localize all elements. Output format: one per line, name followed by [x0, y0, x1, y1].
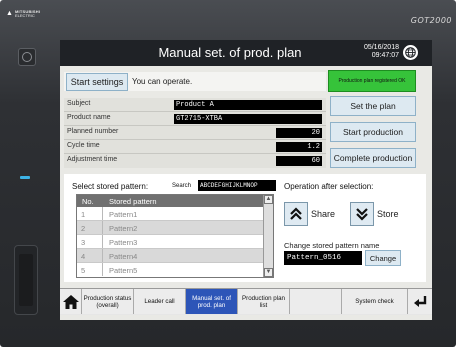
- row-no: 4: [81, 252, 86, 261]
- status-message: You can operate.: [132, 77, 193, 86]
- chevron-up-icon: [290, 207, 302, 220]
- nav-system-check[interactable]: System check: [342, 289, 408, 314]
- table-scrollbar[interactable]: ▲ ▼: [263, 195, 273, 277]
- info-row-cycle-time: Cycle time 1.2: [64, 140, 326, 154]
- usb-cover-button[interactable]: [18, 48, 36, 66]
- nav-leader-call[interactable]: Leader call: [134, 289, 186, 314]
- power-led: [20, 176, 30, 179]
- plan-info-panel: Subject Product A Product name GT2715-XT…: [64, 98, 326, 168]
- stored-pattern-table: No. Stored pattern 1 Pattern1 2 Pattern2…: [76, 194, 274, 278]
- ring-icon: [22, 52, 32, 62]
- operation-title: Operation after selection:: [284, 182, 374, 191]
- column-header-no: No.: [82, 197, 94, 206]
- info-label: Planned number: [67, 128, 119, 135]
- hmi-screen: Manual set. of prod. plan 05/16/2018 09:…: [60, 40, 432, 320]
- share-button[interactable]: [284, 202, 308, 226]
- table-row[interactable]: 4 Pattern4: [77, 249, 263, 263]
- start-settings-button[interactable]: Start settings: [66, 73, 128, 91]
- globe-icon[interactable]: [403, 45, 418, 60]
- adjustment-time-value[interactable]: 60: [276, 156, 322, 166]
- device-bezel: ▲ MITSUBISHI ELECTRIC GOT2000 Manual set…: [0, 0, 456, 347]
- complete-production-button[interactable]: Complete production: [330, 148, 416, 168]
- registered-badge: Production plan registered OK: [328, 70, 416, 92]
- change-button[interactable]: Change: [365, 250, 401, 266]
- store-button[interactable]: [350, 202, 374, 226]
- table-row[interactable]: 3 Pattern3: [77, 235, 263, 249]
- product-name-value[interactable]: GT2715-XTBA: [174, 114, 322, 124]
- info-label: Subject: [67, 100, 91, 107]
- bottom-nav: Production status (overall) Leader call …: [60, 288, 432, 315]
- cycle-time-value[interactable]: 1.2: [276, 142, 322, 152]
- page-title: Manual set. of prod. plan: [158, 45, 302, 60]
- row-pattern: Pattern1: [109, 210, 138, 219]
- row-no: 3: [81, 238, 86, 247]
- nav-production-status[interactable]: Production status (overall): [82, 289, 134, 314]
- return-icon: [414, 296, 427, 307]
- datetime: 05/16/2018 09:47:07: [357, 44, 399, 60]
- model-name: GOT2000: [410, 16, 452, 25]
- change-pattern-title: Change stored pattern name: [284, 241, 380, 250]
- info-label: Cycle time: [67, 142, 100, 149]
- stored-pattern-title: Select stored pattern:: [72, 182, 149, 191]
- nav-manual-set[interactable]: Manual set. of prod. plan: [186, 289, 238, 314]
- time-text: 09:47:07: [371, 52, 399, 59]
- pattern-name-input[interactable]: Pattern_0516: [284, 251, 362, 265]
- search-input[interactable]: ABCDEFGHIJKLMNOP: [198, 180, 276, 191]
- date-text: 05/16/2018: [363, 44, 399, 51]
- scroll-up-icon[interactable]: ▲: [264, 195, 273, 204]
- row-pattern: Pattern5: [109, 266, 138, 275]
- nav-production-plan-list[interactable]: Production plan list: [238, 289, 290, 314]
- planned-number-value[interactable]: 20: [276, 128, 322, 138]
- row-pattern: Pattern2: [109, 224, 138, 233]
- brand-logo-icon: ▲: [6, 10, 13, 17]
- row-no: 5: [81, 266, 86, 275]
- table-row[interactable]: 1 Pattern1: [77, 207, 263, 221]
- info-row-planned-number: Planned number 20: [64, 126, 326, 140]
- row-no: 1: [81, 210, 86, 219]
- table-row[interactable]: 5 Pattern5: [77, 263, 263, 277]
- card-slot-inner: [19, 254, 33, 306]
- column-header-pattern: Stored pattern: [109, 197, 157, 206]
- info-row-subject: Subject Product A: [64, 98, 326, 112]
- title-bar: Manual set. of prod. plan 05/16/2018 09:…: [60, 40, 432, 66]
- brand-name-line2: ELECTRIC: [15, 13, 35, 18]
- table-header: No. Stored pattern: [77, 195, 263, 207]
- subject-value[interactable]: Product A: [174, 100, 322, 110]
- nav-empty[interactable]: [290, 289, 342, 314]
- info-label: Adjustment time: [67, 156, 118, 163]
- row-pattern: Pattern4: [109, 252, 138, 261]
- chevron-down-icon: [356, 208, 368, 221]
- info-row-adjustment-time: Adjustment time 60: [64, 154, 326, 168]
- bottom-strip: [0, 347, 456, 356]
- home-icon: [62, 294, 79, 309]
- return-button[interactable]: [408, 289, 432, 314]
- row-pattern: Pattern3: [109, 238, 138, 247]
- share-label: Share: [311, 209, 336, 219]
- start-production-button[interactable]: Start production: [330, 122, 416, 142]
- table-row[interactable]: 2 Pattern2: [77, 221, 263, 235]
- search-label: Search: [172, 183, 192, 189]
- card-slot: [14, 245, 38, 315]
- store-label: Store: [377, 209, 399, 219]
- home-button[interactable]: [60, 289, 82, 314]
- set-plan-button[interactable]: Set the plan: [330, 96, 416, 116]
- scroll-down-icon[interactable]: ▼: [264, 268, 273, 277]
- row-no: 2: [81, 224, 86, 233]
- info-row-product-name: Product name GT2715-XTBA: [64, 112, 326, 126]
- info-label: Product name: [67, 114, 111, 121]
